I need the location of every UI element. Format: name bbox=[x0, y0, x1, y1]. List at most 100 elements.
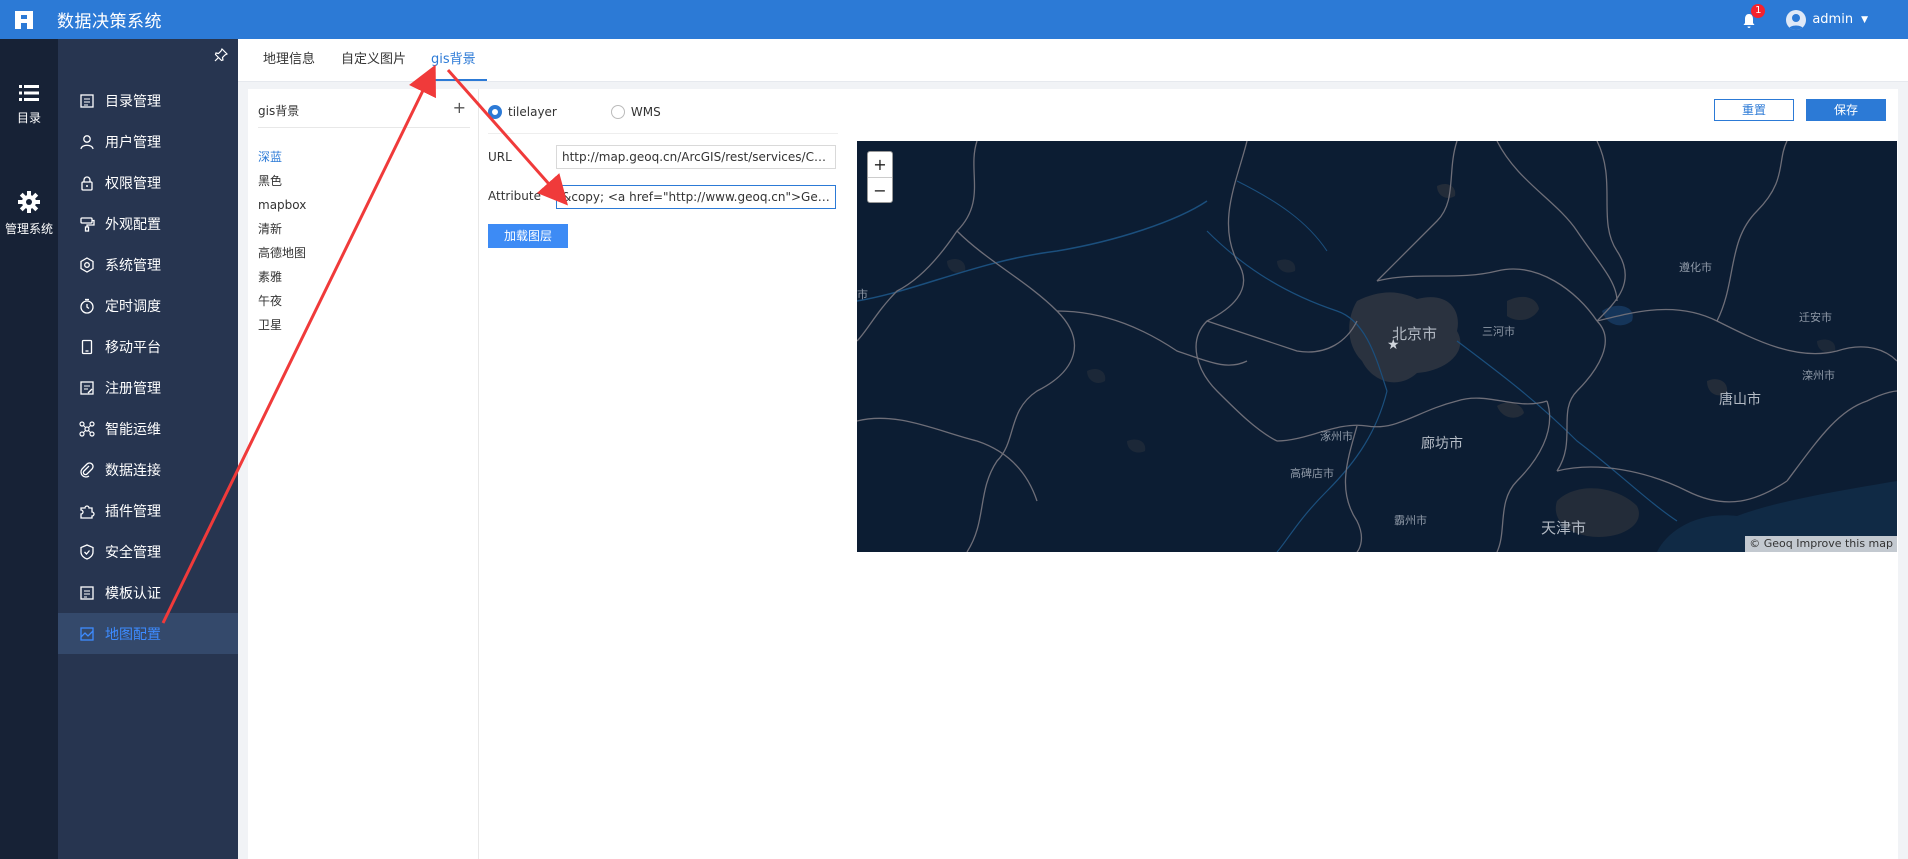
user-menu[interactable]: admin ▼ bbox=[1786, 9, 1868, 30]
menu-item-security[interactable]: 安全管理 bbox=[58, 531, 238, 572]
map-preview[interactable]: 北京市 ★ 三河市 遵化市 迁安市 滦州市 唐山市 涿州市 廊坊市 高碑店市 霸… bbox=[857, 141, 1897, 552]
network-icon bbox=[79, 420, 95, 437]
lock-icon bbox=[81, 175, 93, 191]
list-item[interactable]: 高德地图 bbox=[258, 241, 306, 265]
menu-item-users[interactable]: 用户管理 bbox=[58, 121, 238, 162]
radio-wms[interactable] bbox=[610, 105, 625, 119]
attribute-label: Attribute bbox=[488, 189, 541, 203]
list-item[interactable]: 午夜 bbox=[258, 289, 306, 313]
save-button[interactable]: 保存 bbox=[1806, 99, 1886, 121]
menu-label: 智能运维 bbox=[105, 421, 161, 438]
map-tiles bbox=[857, 141, 1897, 552]
menu-label: 系统管理 bbox=[105, 257, 161, 274]
list-item[interactable]: 深蓝 bbox=[258, 145, 306, 169]
main-area: 地理信息 自定义图片 gis背景 gis背景 + 深蓝 黑色 mapbox 清新… bbox=[238, 39, 1908, 859]
top-bar: 数据决策系统 1 admin ▼ bbox=[0, 0, 1908, 39]
city-label-sanhe: 三河市 bbox=[1482, 325, 1515, 338]
avatar bbox=[1786, 9, 1807, 30]
tab-geo-info[interactable]: 地理信息 bbox=[263, 39, 315, 81]
puzzle-icon bbox=[80, 504, 95, 519]
menu-item-system[interactable]: 系统管理 bbox=[58, 244, 238, 285]
rail-item-catalog[interactable]: 目录 bbox=[0, 84, 58, 126]
radio-label-tilelayer[interactable]: tilelayer bbox=[508, 105, 557, 119]
radio-tilelayer[interactable] bbox=[488, 105, 502, 119]
menu-label: 外观配置 bbox=[105, 216, 161, 233]
shield-icon bbox=[80, 543, 94, 560]
tab-bar: 地理信息 自定义图片 gis背景 bbox=[238, 39, 1908, 82]
menu-label: 数据连接 bbox=[105, 462, 161, 479]
menu-label: 目录管理 bbox=[105, 93, 161, 110]
menu-label: 定时调度 bbox=[105, 298, 161, 315]
username: admin bbox=[1812, 12, 1854, 27]
paint-icon bbox=[80, 216, 95, 232]
url-input[interactable]: http://map.geoq.cn/ArcGIS/rest/services/… bbox=[556, 145, 836, 169]
radio-label-wms[interactable]: WMS bbox=[631, 105, 661, 119]
rail-item-admin[interactable]: 管理系统 bbox=[0, 191, 58, 237]
menu-list: 目录管理 用户管理 权限管理 外观配置 系统管理 定时调度 移动平台 注册管理 bbox=[58, 80, 238, 654]
attribute-input[interactable]: &copy; <a href="http://www.geoq.cn">Geoq… bbox=[556, 185, 836, 209]
list-icon bbox=[19, 85, 39, 101]
tab-gis-background[interactable]: gis背景 bbox=[431, 39, 476, 81]
menu-label: 移动平台 bbox=[105, 339, 161, 356]
list-title: gis背景 bbox=[258, 104, 300, 118]
city-label-qianan: 迁安市 bbox=[1799, 311, 1832, 324]
chevron-down-icon: ▼ bbox=[1861, 14, 1868, 25]
active-tab-indicator bbox=[417, 79, 487, 81]
menu-label: 注册管理 bbox=[105, 380, 161, 397]
notification-badge: 1 bbox=[1751, 3, 1766, 18]
link-icon bbox=[80, 461, 94, 478]
city-label-tangshan: 唐山市 bbox=[1719, 392, 1761, 408]
list-item[interactable]: 素雅 bbox=[258, 265, 306, 289]
menu-item-permissions[interactable]: 权限管理 bbox=[58, 162, 238, 203]
mobile-icon bbox=[81, 339, 93, 354]
admin-menu: 目录管理 用户管理 权限管理 外观配置 系统管理 定时调度 移动平台 注册管理 bbox=[58, 39, 238, 859]
clock-icon bbox=[80, 298, 94, 314]
menu-item-catalog[interactable]: 目录管理 bbox=[58, 80, 238, 121]
map-attribution[interactable]: © Geoq Improve this map bbox=[1745, 536, 1897, 552]
city-label-zhuozhou: 涿州市 bbox=[1320, 430, 1353, 443]
list-item[interactable]: 黑色 bbox=[258, 169, 306, 193]
zoom-in-button[interactable]: + bbox=[868, 152, 892, 178]
register-icon bbox=[80, 380, 94, 395]
zoom-control: + − bbox=[867, 151, 893, 203]
menu-label: 用户管理 bbox=[105, 134, 161, 151]
menu-item-data-connection[interactable]: 数据连接 bbox=[58, 449, 238, 490]
list-item[interactable]: 卫星 bbox=[258, 313, 306, 337]
zoom-out-button[interactable]: − bbox=[868, 178, 892, 203]
left-rail: 目录 管理系统 bbox=[0, 39, 58, 859]
rail-label-admin: 管理系统 bbox=[4, 222, 53, 236]
menu-item-appearance[interactable]: 外观配置 bbox=[58, 203, 238, 244]
user-icon bbox=[80, 134, 94, 149]
menu-item-schedule[interactable]: 定时调度 bbox=[58, 285, 238, 326]
pin-icon[interactable] bbox=[214, 47, 229, 62]
add-icon[interactable]: + bbox=[453, 98, 466, 118]
gear-icon bbox=[18, 191, 40, 213]
menu-item-template[interactable]: 模板认证 bbox=[58, 572, 238, 613]
list-item[interactable]: 清新 bbox=[258, 217, 306, 241]
city-label-tianjin: 天津市 bbox=[1541, 519, 1587, 537]
menu-item-mobile[interactable]: 移动平台 bbox=[58, 326, 238, 367]
star-icon: ★ bbox=[1387, 337, 1400, 353]
template-icon bbox=[80, 585, 94, 600]
app-title: 数据决策系统 bbox=[57, 12, 162, 32]
gis-background-list: gis背景 + 深蓝 黑色 mapbox 清新 高德地图 素雅 午夜 卫星 bbox=[248, 89, 479, 859]
list-item[interactable]: mapbox bbox=[258, 193, 306, 217]
reset-button[interactable]: 重置 bbox=[1714, 99, 1794, 121]
menu-label: 地图配置 bbox=[105, 626, 161, 643]
menu-item-ops[interactable]: 智能运维 bbox=[58, 408, 238, 449]
city-label-zunhua: 遵化市 bbox=[1679, 261, 1712, 274]
city-label-gaobeidian: 高碑店市 bbox=[1290, 467, 1334, 480]
tab-custom-image[interactable]: 自定义图片 bbox=[341, 39, 406, 81]
catalog-icon bbox=[80, 93, 94, 108]
menu-item-map-config[interactable]: 地图配置 bbox=[58, 613, 238, 654]
settings-icon bbox=[80, 256, 94, 273]
load-layer-button[interactable]: 加载图层 bbox=[488, 224, 568, 248]
menu-item-plugins[interactable]: 插件管理 bbox=[58, 490, 238, 531]
url-label: URL bbox=[488, 150, 512, 164]
list-header: gis背景 + bbox=[258, 98, 470, 128]
bell-icon[interactable]: 1 bbox=[1740, 3, 1766, 31]
content-panel: gis背景 + 深蓝 黑色 mapbox 清新 高德地图 素雅 午夜 卫星 ti… bbox=[248, 89, 1898, 859]
city-label-langfang: 廊坊市 bbox=[1421, 436, 1463, 452]
city-label-luanzhou: 滦州市 bbox=[1802, 369, 1835, 382]
menu-item-registration[interactable]: 注册管理 bbox=[58, 367, 238, 408]
